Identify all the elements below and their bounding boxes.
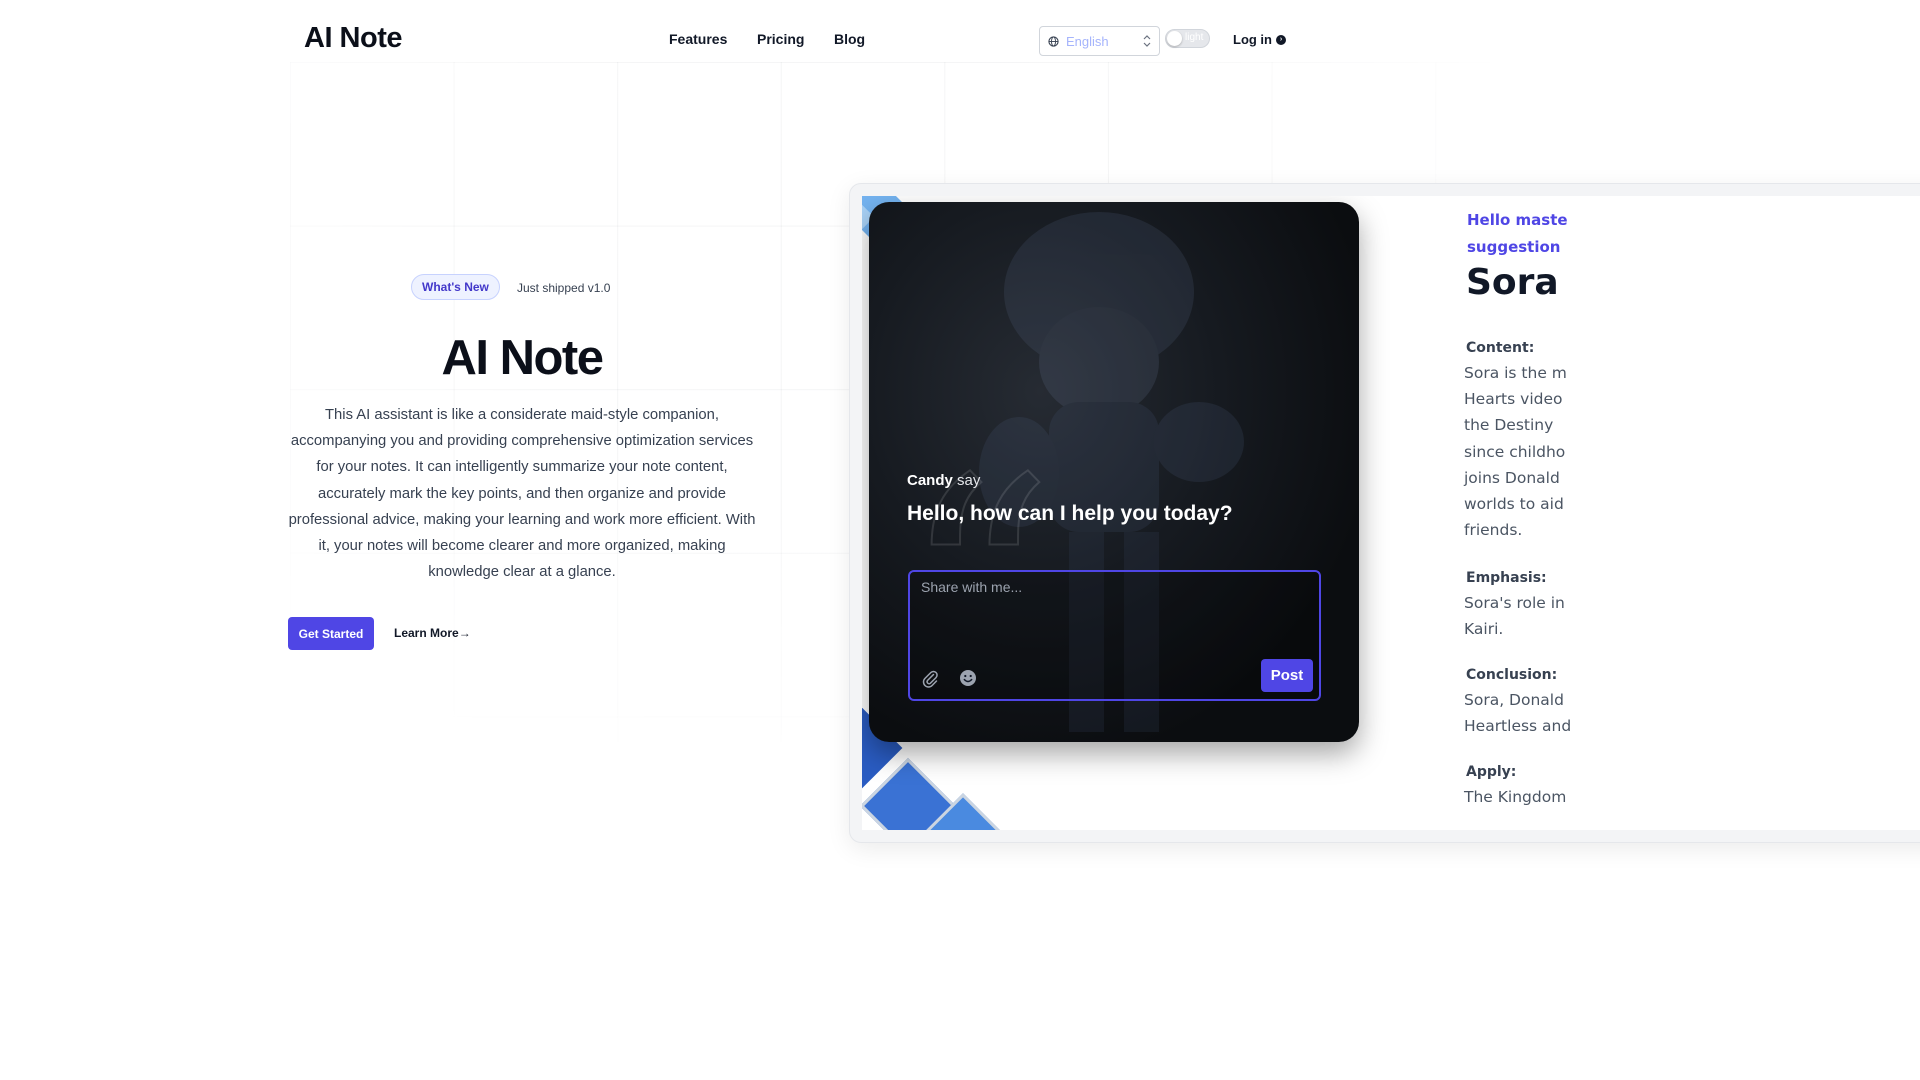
content-line: joins Donald xyxy=(1464,468,1560,487)
content-line: Sora is the m xyxy=(1464,364,1567,382)
notes-intro: Hello maste suggestion xyxy=(1467,207,1607,261)
chat-input[interactable] xyxy=(919,578,1303,596)
apply-heading: Apply: xyxy=(1466,764,1517,780)
hero-description: This AI assistant is like a considerate … xyxy=(288,407,756,581)
nav-blog[interactable]: Blog xyxy=(834,31,865,47)
speaker-line: Candy say xyxy=(907,472,980,489)
speaker-name: Candy xyxy=(907,472,953,489)
notes-title: Sora xyxy=(1466,262,1559,303)
content-line: Hearts video xyxy=(1464,390,1563,409)
content-line: worlds to aid xyxy=(1464,495,1564,514)
apply-line: The Kingdom xyxy=(1464,788,1567,806)
shipped-text: Just shipped v1.0 xyxy=(517,281,611,295)
conclusion-heading: Conclusion: xyxy=(1466,667,1558,683)
post-button[interactable]: Post xyxy=(1261,659,1313,692)
login-link[interactable]: Log in › xyxy=(1233,32,1286,47)
paperclip-icon[interactable] xyxy=(920,668,940,688)
nav-features[interactable]: Features xyxy=(669,31,727,47)
chat-input-box[interactable]: Post xyxy=(908,570,1321,701)
apply-body: The Kingdom xyxy=(1464,784,1566,810)
conclusion-line: Sora, Donald xyxy=(1464,691,1564,709)
content-line: since childho xyxy=(1464,442,1566,461)
login-label: Log in xyxy=(1233,32,1272,47)
app-preview-inner: “ Candy say Hello, how can I help you to… xyxy=(862,196,1920,830)
get-started-button[interactable]: Get Started xyxy=(288,617,374,650)
emphasis-heading: Emphasis: xyxy=(1466,570,1547,586)
notes-intro-line: suggestion xyxy=(1467,238,1561,256)
language-value: English xyxy=(1066,33,1109,49)
learn-more-label: Learn More xyxy=(394,626,459,640)
emphasis-body: Sora's role in Kairi. xyxy=(1464,590,1565,642)
emoji-smile-icon[interactable] xyxy=(958,668,978,688)
theme-toggle-label: light xyxy=(1185,32,1204,43)
nav-pricing[interactable]: Pricing xyxy=(757,31,804,47)
speaker-suffix: say xyxy=(957,472,981,489)
logo[interactable]: AI Note xyxy=(304,22,403,55)
content-line: the Destiny xyxy=(1464,416,1554,435)
notes-intro-line: Hello maste xyxy=(1467,211,1568,229)
conclusion-line: Heartless and xyxy=(1464,717,1572,736)
hero-title: AI Note xyxy=(441,331,605,385)
globe-icon xyxy=(1048,35,1059,47)
language-select[interactable]: English xyxy=(1039,26,1160,56)
toggle-knob xyxy=(1167,31,1182,46)
chevron-updown-icon xyxy=(1143,35,1151,47)
app-preview-frame: “ Candy say Hello, how can I help you to… xyxy=(849,183,1920,843)
learn-more-link[interactable]: Learn More→ xyxy=(394,626,471,640)
arrow-right-icon: → xyxy=(458,626,471,640)
chat-card: “ Candy say Hello, how can I help you to… xyxy=(869,202,1359,742)
theme-toggle[interactable]: light xyxy=(1165,29,1210,48)
emphasis-line: Kairi. xyxy=(1464,620,1504,639)
conclusion-body: Sora, Donald Heartless and xyxy=(1464,687,1571,739)
chat-greeting: Hello, how can I help you today? xyxy=(907,502,1233,525)
content-heading: Content: xyxy=(1466,340,1535,356)
whats-new-badge[interactable]: What's New xyxy=(411,274,500,300)
emphasis-line: Sora's role in xyxy=(1464,594,1565,612)
arrow-right-circle-icon: › xyxy=(1276,34,1286,45)
content-body: Sora is the m Hearts video the Destiny s… xyxy=(1464,360,1567,543)
content-line: friends. xyxy=(1464,521,1523,540)
